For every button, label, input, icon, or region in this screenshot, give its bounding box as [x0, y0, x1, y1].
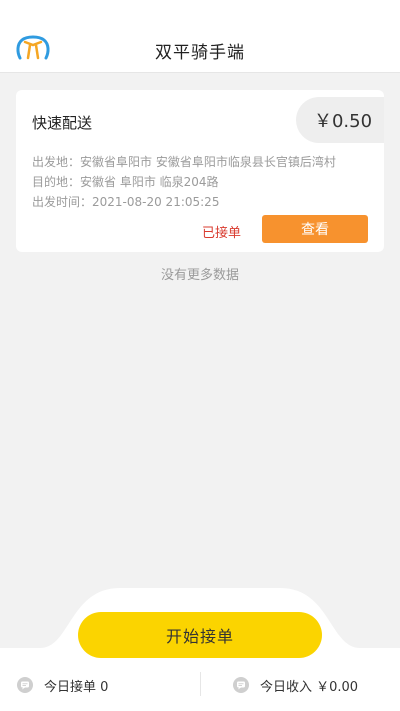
start-accepting-orders-button[interactable]: 开始接单	[78, 612, 322, 658]
no-more-data-text: 没有更多数据	[160, 268, 239, 283]
order-origin: 出发地：安徽省阜阳市 安徽省阜阳市临泉县长官镇后湾村	[32, 155, 336, 169]
app-header: 双平骑手端	[0, 0, 400, 73]
today-orders-stat: 今日接单 0	[16, 676, 109, 695]
today-income-stat: 今日收入 ￥0.00	[232, 676, 359, 695]
order-card[interactable]: 快速配送 ￥0.50 出发地：安徽省阜阳市 安徽省阜阳市临泉县长官镇后湾村 目的…	[16, 90, 384, 252]
page-title: 双平骑手端	[155, 43, 245, 63]
order-price: ￥0.50	[296, 97, 384, 143]
chat-bubble-icon	[17, 677, 33, 693]
order-destination: 目的地：安徽省 阜阳市 临泉204路	[32, 175, 219, 189]
stats-divider	[200, 672, 201, 696]
today-income-label: 今日收入 ￥0.00	[260, 679, 359, 695]
chat-bubble-icon	[233, 677, 249, 693]
order-status-badge: 已接单	[202, 226, 242, 241]
view-order-button[interactable]: 查看	[262, 215, 368, 243]
today-orders-label: 今日接单 0	[44, 679, 109, 695]
order-departure-time: 出发时间：2021-08-20 21:05:25	[32, 195, 220, 209]
order-type-label: 快速配送	[32, 114, 93, 132]
